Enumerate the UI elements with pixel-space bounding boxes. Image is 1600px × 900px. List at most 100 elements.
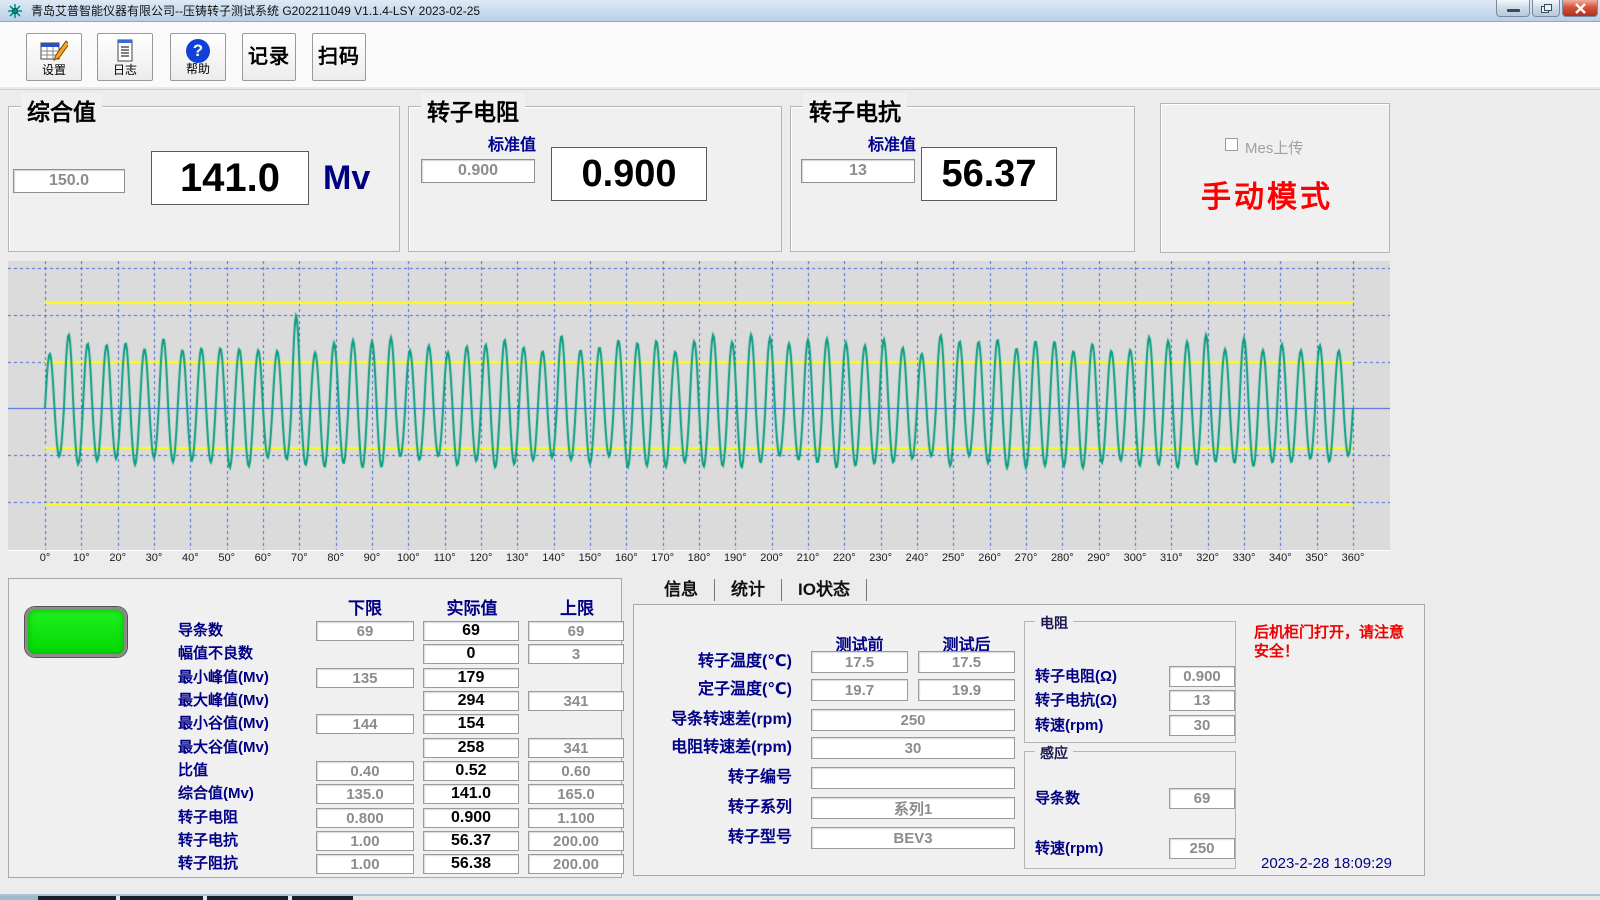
- group-rotor-reactance-label: 转子电抗(Ω): [1035, 690, 1117, 711]
- reactance-standard-input[interactable]: 13: [801, 159, 915, 183]
- close-icon: [1574, 3, 1587, 14]
- upper-limit-field[interactable]: 341: [528, 738, 624, 758]
- upper-limit-field[interactable]: 341: [528, 691, 624, 711]
- actual-value-field: 0: [423, 644, 519, 664]
- rotor-resistance-panel: 转子电阻 标准值 0.900 0.900: [408, 106, 782, 252]
- tab-strip: 信息 统计 IO状态: [648, 578, 867, 602]
- table-row-rotor-reactance: 转子电抗 1.00 56.37 200.00: [9, 831, 623, 851]
- induction-bar-count-field[interactable]: 69: [1169, 788, 1235, 809]
- x-axis: 0°10°20°30°40°50°60°70°80°90°100°110°120…: [8, 552, 1390, 568]
- x-tick-label: 170°: [643, 552, 683, 564]
- x-tick-label: 140°: [534, 552, 574, 564]
- record-button[interactable]: 记录: [242, 33, 296, 81]
- induction-speed-label: 转速(rpm): [1035, 838, 1103, 859]
- composite-unit: Mv: [323, 159, 370, 198]
- restore-icon: [1541, 4, 1552, 13]
- resistance-group: 电阻 转子电阻(Ω) 0.900 转子电抗(Ω) 13 转速(rpm) 30: [1024, 621, 1236, 743]
- rotor-reactance-panel: 转子电抗 标准值 13 56.37: [790, 106, 1135, 252]
- x-tick-label: 240°: [897, 552, 937, 564]
- settings-button[interactable]: 设置: [26, 33, 82, 81]
- info-tab-content: 测试前 测试后 转子温度(℃) 17.5 17.5 定子温度(℃) 19.7 1…: [633, 604, 1425, 876]
- mode-text: 手动模式: [1201, 172, 1333, 216]
- lower-limit-field[interactable]: 0.800: [316, 808, 414, 828]
- log-button[interactable]: 日志: [97, 33, 153, 81]
- upper-limit-field[interactable]: 1.100: [528, 808, 624, 828]
- actual-value-field: 294: [423, 691, 519, 711]
- upper-limit-field[interactable]: 3: [528, 644, 624, 664]
- x-tick-label: 270°: [1006, 552, 1046, 564]
- table-row-min-valley: 最小谷值(Mv) 144 154: [9, 714, 623, 734]
- upper-limit-field[interactable]: 200.00: [528, 831, 624, 851]
- log-document-icon: [114, 38, 136, 64]
- close-button[interactable]: [1562, 0, 1598, 17]
- row-label: 最小峰值(Mv): [178, 668, 312, 688]
- stator-temp-after-field[interactable]: 19.9: [918, 679, 1015, 701]
- x-tick-label: 360°: [1333, 552, 1373, 564]
- taskbar-window-button[interactable]: [120, 896, 203, 900]
- help-button[interactable]: ? 帮助: [170, 33, 226, 81]
- group-speed-field[interactable]: 30: [1169, 715, 1235, 736]
- group-rotor-reactance-field[interactable]: 13: [1169, 690, 1235, 711]
- mes-upload-checkbox[interactable]: [1225, 138, 1238, 151]
- toolbar: 设置 日志 ? 帮助 记录 扫码: [0, 22, 1600, 90]
- lower-limit-field[interactable]: 144: [316, 714, 414, 734]
- x-tick-label: 320°: [1188, 552, 1228, 564]
- bar-slip-speed-field[interactable]: 250: [811, 709, 1015, 731]
- rotor-serial-field[interactable]: [811, 767, 1015, 789]
- reactance-panel-title: 转子电抗: [803, 93, 907, 127]
- rotor-temp-after-field[interactable]: 17.5: [918, 651, 1015, 673]
- upper-limit-field[interactable]: 200.00: [528, 854, 624, 874]
- lower-limit-field[interactable]: 135: [316, 668, 414, 688]
- x-tick-label: 190°: [715, 552, 755, 564]
- resistance-standard-value: 0.900: [458, 162, 498, 180]
- row-label: 幅值不良数: [178, 644, 312, 664]
- composite-standard-input[interactable]: 150.0: [13, 169, 125, 193]
- lower-limit-field[interactable]: 0.40: [316, 761, 414, 781]
- x-tick-label: 230°: [861, 552, 901, 564]
- bar-slip-speed-label: 导条转速差(rpm): [636, 709, 792, 731]
- lower-limit-field[interactable]: 1.00: [316, 831, 414, 851]
- lower-limit-field[interactable]: 1.00: [316, 854, 414, 874]
- composite-value-panel: 综合值 150.0 141.0 Mv: [8, 106, 400, 252]
- composite-panel-title: 综合值: [21, 93, 102, 127]
- rotor-series-field[interactable]: 系列1: [811, 797, 1015, 819]
- waveform-canvas: [8, 261, 1390, 550]
- x-tick-label: 200°: [752, 552, 792, 564]
- minimize-button[interactable]: [1496, 0, 1530, 17]
- mode-panel: Mes上传 手动模式: [1160, 103, 1390, 253]
- x-tick-label: 100°: [388, 552, 428, 564]
- induction-speed-field[interactable]: 250: [1169, 838, 1235, 859]
- x-tick-label: 250°: [933, 552, 973, 564]
- taskbar-window-button[interactable]: [207, 896, 288, 900]
- taskbar-window-button[interactable]: [38, 896, 116, 900]
- upper-limit-field[interactable]: 165.0: [528, 784, 624, 804]
- lower-limit-field[interactable]: 69: [316, 621, 414, 641]
- rotor-model-field[interactable]: BEV3: [811, 827, 1015, 849]
- upper-limit-field[interactable]: 69: [528, 621, 624, 641]
- rotor-temp-before-field[interactable]: 17.5: [811, 651, 908, 673]
- stator-temp-before-field[interactable]: 19.7: [811, 679, 908, 701]
- restore-button[interactable]: [1532, 0, 1560, 17]
- resistance-standard-input[interactable]: 0.900: [421, 159, 535, 183]
- induction-bar-count-label: 导条数: [1035, 788, 1080, 809]
- group-rotor-resistance-field[interactable]: 0.900: [1169, 666, 1235, 687]
- group-speed-label: 转速(rpm): [1035, 715, 1103, 736]
- scan-label: 扫码: [318, 51, 360, 64]
- x-tick-label: 50°: [207, 552, 247, 564]
- lower-limit-field[interactable]: 135.0: [316, 784, 414, 804]
- taskbar-start-area[interactable]: [0, 896, 38, 900]
- resistance-slip-speed-field[interactable]: 30: [811, 737, 1015, 759]
- taskbar-strip: [0, 896, 1600, 900]
- tab-statistics[interactable]: 统计: [715, 579, 782, 601]
- scan-button[interactable]: 扫码: [312, 33, 366, 81]
- actual-value-field: 0.52: [423, 761, 519, 781]
- composite-standard-value: 150.0: [49, 172, 89, 190]
- x-tick-label: 40°: [170, 552, 210, 564]
- tab-info[interactable]: 信息: [648, 579, 715, 601]
- tab-io-status[interactable]: IO状态: [782, 579, 867, 601]
- minimize-icon: [1507, 9, 1520, 12]
- taskbar-window-button[interactable]: [292, 896, 353, 900]
- upper-limit-field[interactable]: 0.60: [528, 761, 624, 781]
- row-label: 转子电抗: [178, 831, 312, 851]
- rotor-series-label: 转子系列: [636, 797, 792, 819]
